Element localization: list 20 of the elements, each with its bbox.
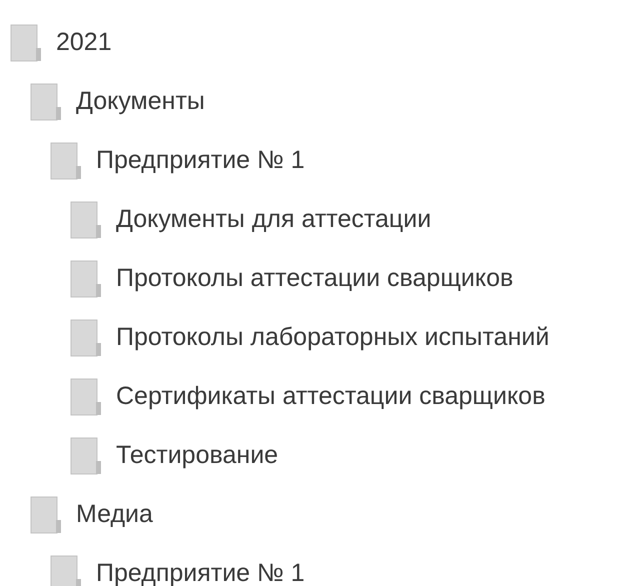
folder-name[interactable]: Тестирование (116, 441, 278, 470)
folder-icon (30, 496, 62, 534)
folder-icon (70, 378, 102, 416)
folder-icon (70, 318, 102, 356)
folder-icon (70, 200, 102, 238)
folder-name[interactable]: Документы (76, 87, 205, 116)
folder-icon (50, 554, 82, 586)
folder-name[interactable]: Протоколы аттестации сварщиков (116, 264, 514, 293)
folder-icon (70, 260, 102, 298)
folder-icon (70, 436, 102, 474)
folder-name[interactable]: Протоколы лабораторных испытаний (116, 323, 550, 352)
folder-icon (50, 142, 82, 180)
folder-name[interactable]: Сертификаты аттестации сварщиков (116, 382, 546, 411)
folder-name[interactable]: Предприятие № 1 (96, 146, 305, 175)
folder-name[interactable]: Медиа (76, 500, 153, 529)
folder-name[interactable]: 2021 (56, 28, 112, 57)
folder-name[interactable]: Документы для аттестации (116, 205, 432, 234)
folder-icon (10, 24, 42, 62)
folder-icon (30, 82, 62, 120)
folder-name[interactable]: Предприятие № 1 (96, 559, 305, 586)
